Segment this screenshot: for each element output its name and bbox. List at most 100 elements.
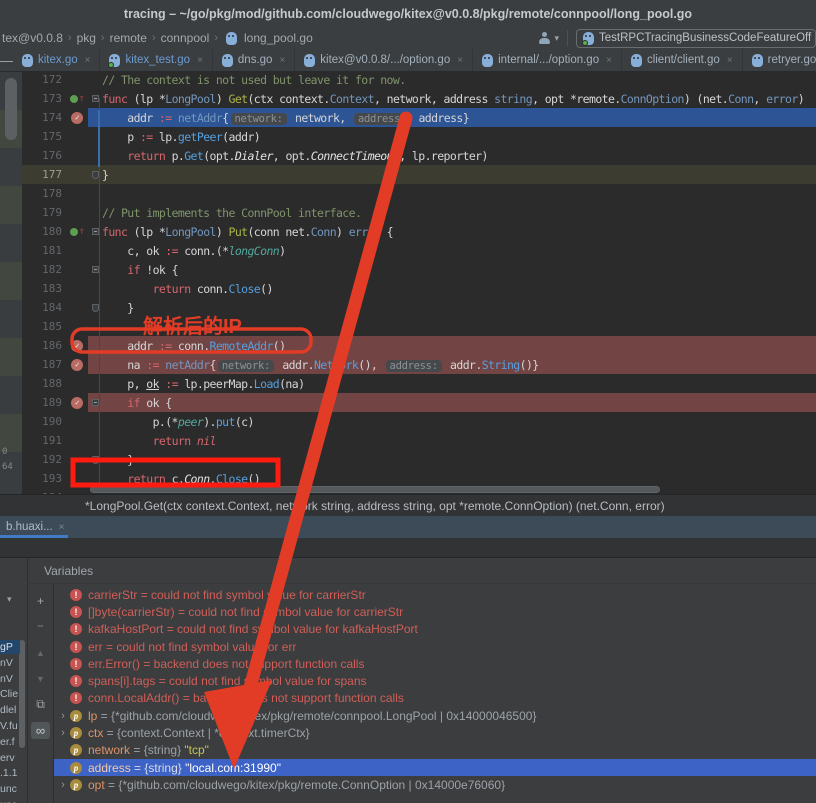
editor-tab[interactable]: client/client.go×: [622, 49, 743, 71]
close-icon[interactable]: ×: [85, 55, 91, 66]
variable-row[interactable]: !err = could not find symbol value for e…: [54, 638, 816, 655]
frame-item[interactable]: er.f: [0, 735, 20, 749]
debug-session-tab[interactable]: b.huaxi... ×: [0, 516, 73, 538]
code-line[interactable]: 178: [22, 184, 816, 203]
code-line[interactable]: 184 }: [22, 298, 816, 317]
frame-item[interactable]: Clie: [0, 687, 20, 701]
remove-watch-button[interactable]: ━: [31, 618, 50, 635]
implements-method-icon[interactable]: ↑: [66, 93, 88, 104]
breakpoint-icon[interactable]: ✓: [66, 359, 88, 371]
editor-tab[interactable]: internal/.../option.go×: [473, 49, 622, 71]
editor-tab[interactable]: kitex_test.go×: [100, 49, 212, 71]
close-icon[interactable]: ×: [606, 55, 612, 66]
variable-row[interactable]: ›pctx = {context.Context | *context.time…: [54, 724, 816, 741]
frame-item[interactable]: .1.1: [0, 766, 20, 780]
horizontal-scrollbar[interactable]: [90, 486, 660, 493]
code-line[interactable]: 175 p := lp.getPeer(addr): [22, 127, 816, 146]
code-line[interactable]: 183 return conn.Close(): [22, 279, 816, 298]
frame-item[interactable]: nV: [0, 656, 20, 670]
code-line[interactable]: 177}: [22, 165, 816, 184]
breadcrumb-item[interactable]: connpool: [161, 31, 210, 45]
code-line[interactable]: 176 return p.Get(opt.Dialer, opt.Connect…: [22, 146, 816, 165]
expand-chevron-icon[interactable]: ›: [56, 727, 70, 739]
green-dot-icon: [70, 95, 78, 103]
fold-end-icon: [92, 304, 99, 312]
variable-row[interactable]: ›plp = {*github.com/cloudwego/kitex/pkg/…: [54, 707, 816, 724]
frame-item[interactable]: gP: [0, 640, 20, 654]
code-token: return: [153, 434, 191, 448]
breadcrumb-item[interactable]: remote: [110, 31, 147, 45]
code-token: nil: [197, 434, 216, 448]
code-token: {: [380, 225, 393, 239]
variables-tree[interactable]: !carrierStr = could not find symbol valu…: [54, 586, 816, 803]
variable-row[interactable]: ![]byte(carrierStr) = could not find sym…: [54, 603, 816, 620]
variable-row[interactable]: !carrierStr = could not find symbol valu…: [54, 586, 816, 603]
move-up-button[interactable]: ▲: [31, 644, 50, 661]
breakpoint-icon[interactable]: ✓: [66, 112, 88, 124]
breadcrumb-item[interactable]: tex@v0.0.8: [2, 31, 63, 45]
variable-row[interactable]: !err.Error() = backend does not support …: [54, 655, 816, 672]
move-down-button[interactable]: ▼: [31, 670, 50, 687]
code-line[interactable]: 174✓ addr := netAddr{network: network, a…: [22, 108, 816, 127]
variable-row[interactable]: !kafkaHostPort = could not find symbol v…: [54, 621, 816, 638]
editor-tab[interactable]: kitex.go×: [13, 49, 100, 71]
code-line[interactable]: 180↑func (lp *LongPool) Put(conn net.Con…: [22, 222, 816, 241]
show-watches-button[interactable]: ∞: [31, 722, 50, 739]
variable-row[interactable]: !spans[i].tags = could not find symbol v…: [54, 672, 816, 689]
code-line[interactable]: 186✓ addr := conn.RemoteAddr(): [22, 336, 816, 355]
expand-chevron-icon[interactable]: ›: [56, 779, 70, 791]
variable-row[interactable]: !conn.LocalAddr() = backend does not sup…: [54, 690, 816, 707]
code-line[interactable]: 185: [22, 317, 816, 336]
variable-row[interactable]: pnetwork = {string} "tcp": [54, 742, 816, 759]
breadcrumb-item[interactable]: pkg: [77, 31, 96, 45]
code-line[interactable]: 182 if !ok {: [22, 260, 816, 279]
frame-item[interactable]: unc: [0, 782, 20, 796]
code-line[interactable]: 190 p.(*peer).put(c): [22, 412, 816, 431]
frames-list-sliver[interactable]: ▾ gPnVnVCliedlelV.fuer.ferv.1.1uncunc: [0, 584, 27, 803]
hide-tabs-icon[interactable]: —: [0, 49, 13, 71]
close-icon[interactable]: ×: [197, 55, 203, 66]
variable-row[interactable]: paddress = {string} "local.com:31990": [54, 759, 816, 776]
variable-error-text: err.Error() = backend does not support f…: [88, 657, 364, 671]
chevron-down-icon[interactable]: ▾: [554, 33, 559, 44]
implements-method-icon[interactable]: ↑: [66, 226, 88, 237]
implements-method-icon: ↑: [70, 226, 84, 237]
close-icon[interactable]: ×: [457, 55, 463, 66]
code-line[interactable]: 189✓ if ok {: [22, 393, 816, 412]
close-icon[interactable]: ×: [279, 55, 285, 66]
code-token: ok: [146, 377, 159, 391]
code-token: ()}: [520, 358, 539, 372]
close-icon[interactable]: ×: [727, 55, 733, 66]
variable-row[interactable]: ›popt = {*github.com/cloudwego/kitex/pkg…: [54, 776, 816, 793]
code-line-body: if ok {: [88, 393, 816, 412]
editor-tab[interactable]: retryer.go×: [743, 49, 816, 71]
user-icon[interactable]: [538, 32, 551, 45]
code-line[interactable]: 173↑func (lp *LongPool) Get(ctx context.…: [22, 89, 816, 108]
frame-item[interactable]: unc: [0, 798, 20, 803]
frame-item[interactable]: erv: [0, 751, 20, 765]
code-line[interactable]: 192 }: [22, 450, 816, 469]
code-line[interactable]: 172// The context is not used but leave …: [22, 72, 816, 89]
code-editor[interactable]: 064 172// The context is not used but le…: [0, 72, 816, 494]
editor-tab[interactable]: dns.go×: [213, 49, 295, 71]
close-icon[interactable]: ×: [59, 522, 65, 533]
run-configuration-select[interactable]: TestRPCTracingBusinessCodeFeatureOff in …: [576, 29, 816, 48]
duplicate-watch-button[interactable]: ⧉: [31, 696, 50, 713]
code-line-body: addr := conn.RemoteAddr(): [88, 336, 816, 355]
frame-item[interactable]: V.fu: [0, 719, 20, 733]
code-line[interactable]: 187✓ na := netAddr{network: addr.Network…: [22, 355, 816, 374]
frame-item[interactable]: nV: [0, 672, 20, 686]
sliver-scrollbar[interactable]: [5, 78, 17, 140]
code-line[interactable]: 179// Put implements the ConnPool interf…: [22, 203, 816, 222]
editor-tab[interactable]: kitex@v0.0.8/.../option.go×: [295, 49, 473, 71]
frame-item[interactable]: dlel: [0, 703, 20, 717]
code-line[interactable]: 191 return nil: [22, 431, 816, 450]
expand-chevron-icon[interactable]: ›: [56, 710, 70, 722]
code-line[interactable]: 188 p, ok := lp.peerMap.Load(na): [22, 374, 816, 393]
breakpoint-icon[interactable]: ✓: [66, 397, 88, 409]
code-line[interactable]: 181 c, ok := conn.(*longConn): [22, 241, 816, 260]
breakpoint-icon[interactable]: ✓: [66, 340, 88, 352]
chevron-down-icon[interactable]: ▾: [7, 594, 12, 605]
add-watch-button[interactable]: +: [31, 592, 50, 609]
breadcrumb-item[interactable]: long_pool.go: [244, 31, 313, 45]
